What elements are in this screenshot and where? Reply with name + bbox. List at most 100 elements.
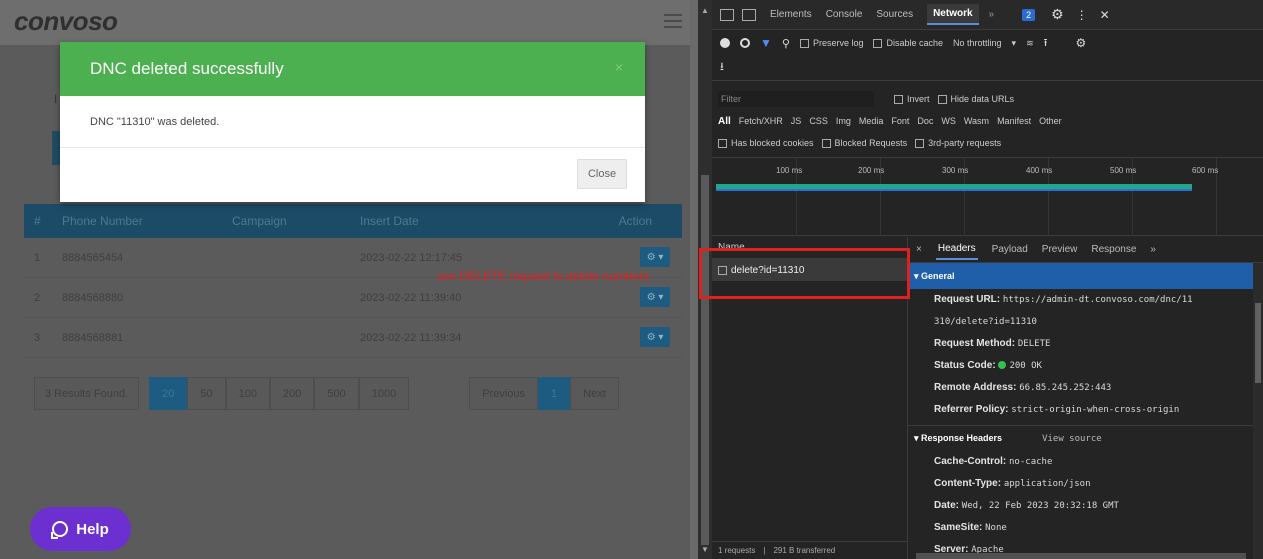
type-media[interactable]: Media	[859, 116, 884, 126]
more-tabs-icon[interactable]: »	[989, 9, 995, 20]
tab-preview[interactable]: Preview	[1042, 244, 1078, 255]
details-horizontal-scrollbar[interactable]	[916, 553, 1246, 559]
tab-sources[interactable]: Sources	[876, 9, 913, 20]
table-row: 3 8884568881 2023-02-22 11:39:34 ⚙ ▾	[24, 318, 682, 358]
clear-icon[interactable]	[740, 38, 750, 48]
header-row: 310/delete?id=11310	[934, 317, 1037, 327]
annotation-text: use DELETE request to delete numbers	[437, 269, 650, 283]
throttling-select[interactable]: No throttling	[953, 38, 1002, 48]
column-header-num: #	[34, 214, 41, 228]
header-row: Remote Address: 66.85.245.252:443	[934, 382, 1112, 393]
device-toggle-icon[interactable]	[742, 8, 756, 21]
timeline-label: 500 ms	[1110, 166, 1137, 175]
row-action-button[interactable]: ⚙ ▾	[640, 327, 670, 347]
wifi-icon[interactable]: ≋	[1026, 38, 1034, 49]
network-toolbar: ▼ ⚲ Preserve log Disable cache No thrott…	[712, 31, 1263, 81]
scroll-thumb[interactable]	[701, 175, 709, 545]
help-button[interactable]: Help	[30, 507, 131, 551]
column-header-phone: Phone Number	[62, 214, 143, 228]
app-panel: convoso I # Phone Number Campaign Insert…	[0, 0, 698, 559]
modal-close-button[interactable]: Close	[577, 159, 627, 189]
tab-headers[interactable]: Headers	[935, 239, 978, 260]
type-wasm[interactable]: Wasm	[964, 116, 989, 126]
settings-gear-icon[interactable]: ⚙	[1051, 6, 1064, 23]
chat-icon	[51, 521, 69, 539]
invert-checkbox[interactable]: Invert	[894, 94, 930, 105]
third-party-checkbox[interactable]: 3rd-party requests	[915, 138, 1001, 149]
page-size-100[interactable]: 100	[225, 377, 271, 410]
page-1-button[interactable]: 1	[538, 377, 571, 410]
view-source-link[interactable]: View source	[1042, 434, 1102, 444]
issues-badge[interactable]: 2	[1022, 8, 1036, 21]
row-action-button[interactable]: ⚙ ▾	[640, 287, 670, 307]
page-size-20[interactable]: 20	[149, 377, 188, 410]
type-doc[interactable]: Doc	[917, 116, 933, 126]
has-blocked-cookies-checkbox[interactable]: Has blocked cookies	[718, 138, 814, 149]
type-img[interactable]: Img	[836, 116, 851, 126]
record-icon[interactable]	[720, 38, 730, 48]
close-details-icon[interactable]: ×	[916, 244, 922, 255]
filter-input[interactable]: Filter	[718, 91, 874, 107]
page-size-1000[interactable]: 1000	[358, 377, 410, 410]
throttling-dropdown-icon[interactable]: ▾	[1012, 38, 1017, 49]
type-other[interactable]: Other	[1039, 116, 1062, 126]
response-headers-section-header[interactable]: ▾ Response Headers View source	[908, 425, 1263, 451]
scroll-down-icon[interactable]: ▼	[701, 545, 709, 554]
inspect-icon[interactable]	[720, 8, 734, 21]
type-font[interactable]: Font	[891, 116, 909, 126]
logo: convoso	[14, 6, 118, 36]
export-icon[interactable]: ⭳	[720, 58, 724, 77]
kebab-menu-icon[interactable]: ⋮	[1076, 8, 1088, 22]
type-js[interactable]: JS	[791, 116, 802, 126]
import-icon[interactable]: ⭱	[1044, 34, 1048, 53]
disable-cache-checkbox[interactable]: Disable cache	[873, 38, 943, 49]
close-devtools-icon[interactable]: ✕	[1100, 8, 1110, 22]
tab-console[interactable]: Console	[826, 9, 863, 20]
tab-elements[interactable]: Elements	[770, 9, 812, 20]
row-action-button[interactable]: ⚙ ▾	[640, 247, 670, 267]
hide-data-urls-checkbox[interactable]: Hide data URLs	[937, 94, 1014, 105]
timeline-label: 300 ms	[942, 166, 969, 175]
search-icon[interactable]: ⚲	[782, 37, 790, 50]
tab-response[interactable]: Response	[1091, 244, 1136, 255]
column-header-date: Insert Date	[360, 214, 419, 228]
success-modal: DNC deleted successfully × DNC "11310" w…	[60, 42, 645, 202]
preserve-log-checkbox[interactable]: Preserve log	[799, 38, 863, 49]
scroll-up-icon[interactable]: ▲	[701, 6, 709, 15]
header-row: Referrer Policy: strict-origin-when-cros…	[934, 404, 1180, 415]
blocked-requests-checkbox[interactable]: Blocked Requests	[821, 138, 907, 149]
page-size-200[interactable]: 200	[270, 377, 315, 410]
previous-button[interactable]: Previous	[469, 377, 539, 410]
tab-network[interactable]: Network	[927, 4, 979, 25]
timeline-label: 200 ms	[858, 166, 885, 175]
menu-icon[interactable]	[664, 14, 682, 32]
type-ws[interactable]: WS	[941, 116, 956, 126]
status-ok-icon	[998, 361, 1007, 370]
page-size-500[interactable]: 500	[314, 377, 359, 410]
app-topbar: convoso	[0, 0, 698, 45]
column-header-campaign: Campaign	[232, 214, 287, 228]
type-fetch-xhr[interactable]: Fetch/XHR	[739, 116, 783, 126]
network-status-bar: 1 requests | 291 B transferred	[712, 541, 908, 559]
header-row: Request Method: DELETE	[934, 338, 1051, 349]
tab-payload[interactable]: Payload	[992, 244, 1028, 255]
page-size-50[interactable]: 50	[187, 377, 226, 410]
row-phone: 8884568881	[62, 331, 124, 344]
app-scrollbar[interactable]	[690, 0, 698, 559]
type-all[interactable]: All	[718, 116, 731, 127]
more-details-tabs-icon[interactable]: »	[1150, 244, 1156, 255]
filter-funnel-icon[interactable]: ▼	[760, 36, 772, 50]
timeline-load-bar	[716, 189, 1192, 191]
type-manifest[interactable]: Manifest	[997, 116, 1031, 126]
transferred-size: 291 B transferred	[773, 546, 836, 555]
results-count: 3 Results Found.	[34, 377, 140, 410]
general-section-header[interactable]: ▾ General	[908, 263, 1263, 289]
network-timeline[interactable]: 100 ms 200 ms 300 ms 400 ms 500 ms 600 m…	[712, 158, 1263, 236]
network-settings-icon[interactable]: ⚙	[1075, 36, 1086, 50]
details-scrollbar[interactable]	[1253, 263, 1263, 559]
row-num: 3	[34, 331, 41, 344]
modal-close-icon[interactable]: ×	[615, 59, 623, 75]
next-button[interactable]: Next	[570, 377, 619, 410]
header-row: Date: Wed, 22 Feb 2023 20:32:18 GMT	[934, 500, 1119, 511]
type-css[interactable]: CSS	[809, 116, 828, 126]
